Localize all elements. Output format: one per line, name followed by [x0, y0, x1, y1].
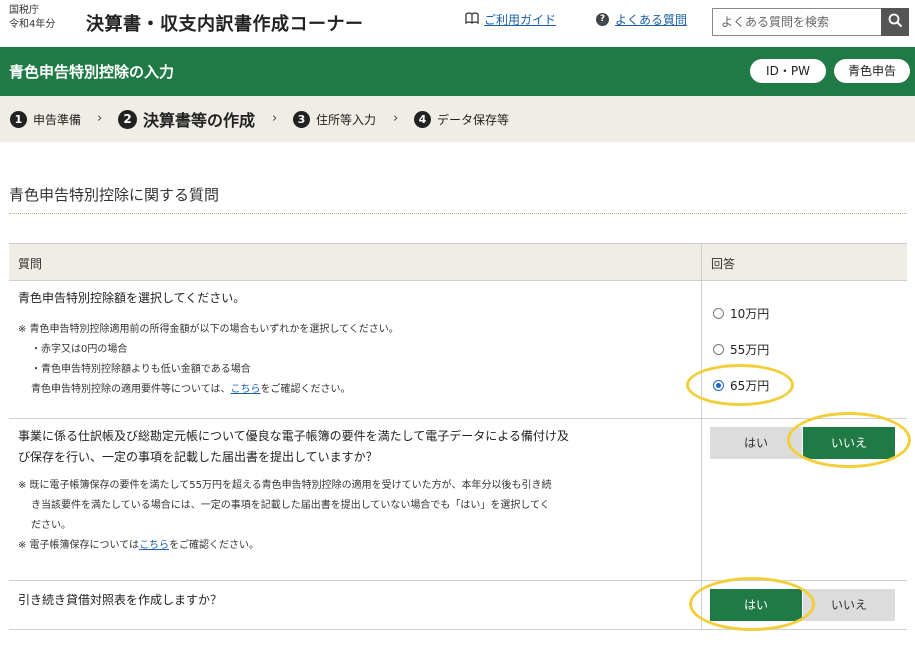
- highlight-circle-no: [787, 412, 911, 468]
- blue-return-badge[interactable]: 青色申告: [834, 59, 910, 83]
- section-divider: [9, 213, 907, 214]
- question-text: 青色申告特別控除額を選択してください。: [18, 291, 246, 305]
- question-circle-icon: ?: [596, 13, 609, 26]
- question-row-electronic-books: 事業に係る仕訳帳及び総勘定元帳について優良な電子帳簿の要件を満たして電子データに…: [9, 419, 907, 581]
- step-label: 申告準備: [33, 112, 82, 127]
- table-header: 質問 回答: [9, 244, 907, 281]
- step-number: 3: [293, 110, 310, 128]
- step-number: 1: [10, 110, 27, 128]
- chevron-right-icon: ›: [272, 111, 278, 126]
- radio-button[interactable]: [713, 308, 724, 319]
- step-label: データ保存等: [437, 112, 510, 127]
- column-header-question: 質問: [18, 257, 43, 271]
- radio-label: 55万円: [730, 343, 770, 357]
- question-table: 質問 回答 青色申告特別控除額を選択してください。 ※ 青色申告特別控除適用前の…: [9, 243, 907, 630]
- section-title: 青色申告特別控除に関する質問: [9, 186, 220, 204]
- step-2-current: 2 決算書等の作成: [118, 96, 255, 142]
- no-button[interactable]: いいえ: [803, 589, 895, 621]
- question-note: ・赤字又は0円の場合: [31, 344, 128, 355]
- step-1: 1 申告準備: [10, 96, 81, 142]
- faq-search-input[interactable]: [712, 8, 882, 36]
- question-note: ※ 既に電子帳簿保存の要件を満たして55万円を超える青色申告特別控除の適用を受け…: [18, 480, 552, 491]
- question-note: ※ 電子帳簿保存についてはこちらをご確認ください。: [18, 540, 260, 551]
- faq-link-label: よくある質問: [615, 13, 688, 27]
- radio-55man[interactable]: 55万円: [713, 341, 769, 358]
- page-title-bar: 青色申告特別控除の入力 ID・PW 青色申告: [0, 47, 915, 96]
- page-title: 青色申告特別控除の入力: [9, 63, 175, 81]
- question-note: ※ 青色申告特別控除適用前の所得金額が以下の場合もいずれかを選択してください。: [18, 324, 399, 335]
- question-note: ・青色申告特別控除額よりも低い金額である場合: [31, 364, 251, 375]
- radio-label: 10万円: [730, 307, 770, 321]
- agency-name: 国税庁: [9, 5, 39, 16]
- guide-link[interactable]: ご利用ガイド: [465, 11, 556, 28]
- step-number: 2: [118, 109, 137, 129]
- highlight-circle-65man: [686, 364, 794, 406]
- question-note: 青色申告特別控除の適用要件等については、こちらをご確認ください。: [31, 384, 351, 395]
- step-3: 3 住所等入力: [293, 96, 376, 142]
- top-header: 国税庁 令和4年分 決算書・収支内訳書作成コーナー ご利用ガイド ? よくある質…: [0, 0, 915, 47]
- chevron-right-icon: ›: [97, 111, 103, 126]
- search-button[interactable]: [881, 8, 909, 36]
- question-note: ださい。: [31, 520, 71, 531]
- id-pw-badge[interactable]: ID・PW: [750, 59, 826, 83]
- electronic-books-link[interactable]: こちら: [139, 540, 169, 551]
- magnifier-icon: [888, 13, 903, 31]
- radio-button[interactable]: [713, 344, 724, 355]
- agency-block: 国税庁 令和4年分: [9, 4, 55, 32]
- question-text: 引き続き貸借対照表を作成しますか？: [18, 593, 223, 607]
- highlight-circle-yes: [689, 577, 815, 631]
- requirements-link[interactable]: こちら: [231, 384, 261, 395]
- question-text: 事業に係る仕訳帳及び総勘定元帳について優良な電子帳簿の要件を満たして電子データに…: [18, 429, 569, 464]
- tax-year: 令和4年分: [9, 19, 56, 30]
- step-number: 4: [414, 110, 431, 128]
- step-label: 住所等入力: [316, 112, 377, 127]
- question-note: き当該要件を満たしている場合には、一定の事項を記載した届出書を提出していない場合…: [31, 500, 550, 511]
- faq-link[interactable]: ? よくある質問: [596, 11, 687, 28]
- step-label: 決算書等の作成: [143, 111, 256, 130]
- book-icon: [465, 12, 479, 27]
- column-header-answer: 回答: [711, 257, 736, 271]
- app-title: 決算書・収支内訳書作成コーナー: [86, 14, 364, 35]
- step-4: 4 データ保存等: [414, 96, 509, 142]
- radio-10man[interactable]: 10万円: [713, 305, 769, 322]
- guide-link-label: ご利用ガイド: [484, 13, 557, 27]
- chevron-right-icon: ›: [393, 111, 399, 126]
- progress-steps: 1 申告準備 › 2 決算書等の作成 › 3 住所等入力 › 4 データ保存等: [0, 96, 915, 142]
